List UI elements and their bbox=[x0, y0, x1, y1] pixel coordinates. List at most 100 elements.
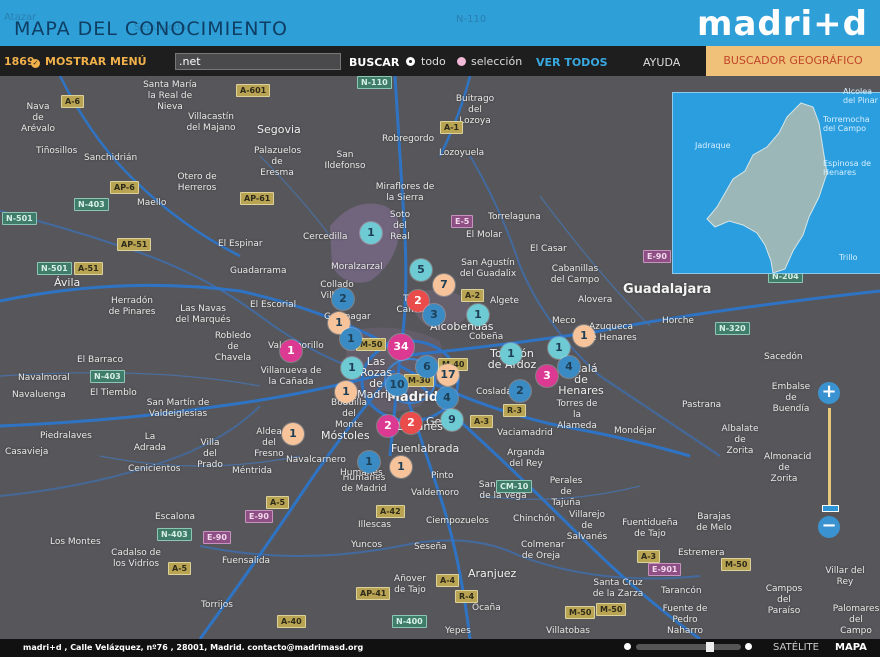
zoom-in-button[interactable]: + bbox=[818, 382, 840, 404]
place-label: La Adrada bbox=[133, 432, 167, 453]
map-marker[interactable]: 1 bbox=[335, 381, 357, 403]
page-title: MAPA DEL CONOCIMIENTO bbox=[14, 18, 288, 40]
map-marker[interactable]: 3 bbox=[423, 304, 445, 326]
view-all-link[interactable]: VER TODOS bbox=[536, 56, 608, 69]
search-input[interactable] bbox=[175, 53, 341, 70]
map-button[interactable]: MAPA bbox=[835, 642, 867, 653]
map-marker[interactable]: 2 bbox=[377, 415, 399, 437]
map-marker[interactable]: 1 bbox=[280, 340, 302, 362]
place-label: Embalse de Buendía bbox=[771, 382, 811, 414]
map-marker[interactable]: 10 bbox=[386, 374, 408, 396]
road-shield: AP-6 bbox=[110, 181, 139, 194]
road-shield: A-40 bbox=[277, 615, 306, 628]
place-label: Ávila bbox=[54, 276, 81, 289]
satellite-button[interactable]: SATÉLITE bbox=[773, 642, 819, 653]
place-label: Pinto bbox=[431, 471, 454, 481]
place-label: Maello bbox=[137, 198, 167, 208]
road-shield: AP-51 bbox=[117, 238, 152, 251]
overview-map[interactable]: Jadraque Alcolea del Pinar Torremocha de… bbox=[672, 87, 880, 274]
map-marker[interactable]: 3 bbox=[536, 365, 558, 387]
place-label: Cenicientos bbox=[128, 464, 181, 474]
place-label: Escalona bbox=[155, 512, 196, 522]
map-marker[interactable]: 17 bbox=[437, 364, 459, 386]
place-label: San Agustín del Guadalix bbox=[459, 258, 517, 279]
map-marker[interactable]: 1 bbox=[360, 222, 382, 244]
map-marker[interactable]: 1 bbox=[340, 328, 362, 350]
show-menu-button[interactable]: ✓ MOSTRAR MENÚ bbox=[31, 55, 147, 68]
place-label: Palomares del Campo bbox=[832, 604, 880, 636]
place-label: Barajas de Melo bbox=[696, 512, 732, 533]
road-shield: AP-41 bbox=[356, 587, 391, 600]
map-marker[interactable]: 5 bbox=[410, 259, 432, 281]
place-label: Fuente de Pedro Naharro bbox=[662, 604, 708, 636]
radio-all[interactable] bbox=[406, 57, 415, 66]
search-button[interactable]: BUSCAR bbox=[349, 56, 399, 69]
place-label: Ocaña bbox=[472, 603, 501, 613]
place-label: Casavieja bbox=[5, 447, 49, 457]
road-shield: R-4 bbox=[455, 590, 479, 603]
place-label: Villanueva de la Cañada bbox=[260, 366, 322, 387]
map-marker[interactable]: 2 bbox=[400, 412, 422, 434]
map-marker[interactable]: 1 bbox=[341, 357, 363, 379]
overview-label: Torremocha del Campo bbox=[823, 115, 870, 133]
zoom-track[interactable] bbox=[828, 408, 831, 512]
road-shield: N-403 bbox=[157, 528, 192, 541]
zoom-slider-thumb[interactable] bbox=[822, 505, 839, 512]
map-marker[interactable]: 9 bbox=[441, 409, 463, 431]
geo-search-button[interactable]: BUSCADOR GEOGRÁFICO bbox=[706, 46, 880, 76]
place-label: Navalmoral bbox=[18, 373, 70, 383]
map-marker[interactable]: 2 bbox=[332, 288, 354, 310]
map-marker[interactable]: 34 bbox=[388, 334, 414, 360]
map-marker[interactable]: 4 bbox=[436, 387, 458, 409]
place-label: Torrijos bbox=[201, 600, 233, 610]
map-marker[interactable]: 2 bbox=[509, 380, 531, 402]
road-shield: A-2 bbox=[461, 289, 485, 302]
help-link[interactable]: AYUDA bbox=[643, 56, 680, 69]
madrimasd-logo[interactable]: madri+d bbox=[697, 4, 868, 44]
header-banner: Atazar Sepúlveda N-110 MAPA DEL CONOCIMI… bbox=[0, 0, 880, 46]
road-shield: N-110 bbox=[357, 76, 392, 89]
road-shield: E-90 bbox=[643, 250, 671, 263]
place-label: Arganda del Rey bbox=[507, 448, 545, 469]
road-shield: E-90 bbox=[245, 510, 273, 523]
map-marker[interactable]: 4 bbox=[558, 356, 580, 378]
place-label: Móstoles bbox=[321, 429, 370, 442]
place-label: El Casar bbox=[530, 244, 567, 254]
map-marker[interactable]: 6 bbox=[416, 356, 438, 378]
toolbar: 1869 ✓MOSTRAR MENÚ BUSCAR todo selección… bbox=[0, 46, 880, 76]
map-marker[interactable]: 1 bbox=[390, 456, 412, 478]
map-marker[interactable]: 1 bbox=[467, 304, 489, 326]
road-shield: R-3 bbox=[503, 404, 527, 417]
map-marker[interactable]: 1 bbox=[358, 451, 380, 473]
road-shield: M-50 bbox=[565, 606, 596, 619]
place-label: Coslada bbox=[476, 387, 512, 397]
place-label: Fuenlabrada bbox=[391, 442, 460, 455]
place-label: Perales de Tajuña bbox=[549, 476, 583, 508]
road-shield: N-320 bbox=[715, 322, 750, 335]
map-marker[interactable]: 1 bbox=[573, 325, 595, 347]
map-marker[interactable]: 1 bbox=[282, 423, 304, 445]
map-marker[interactable]: 1 bbox=[500, 343, 522, 365]
place-label: Estremera bbox=[678, 548, 725, 558]
overview-label: Jadraque bbox=[695, 141, 731, 150]
place-label: Villacastín del Majano bbox=[186, 112, 236, 133]
place-label: Ciempozuelos bbox=[426, 516, 489, 526]
place-label: Otero de Herreros bbox=[177, 172, 217, 193]
opacity-slider[interactable] bbox=[636, 644, 741, 650]
check-icon: ✓ bbox=[31, 59, 40, 68]
road-shield: A-3 bbox=[637, 550, 661, 563]
zoom-out-button[interactable]: − bbox=[818, 516, 840, 538]
road-shield: A-51 bbox=[74, 262, 103, 275]
place-label: Santa Cruz de la Zarza bbox=[592, 578, 644, 599]
zoom-control: + − bbox=[818, 382, 840, 540]
place-label: Tarancón bbox=[661, 586, 702, 596]
place-label: Valdemoro bbox=[411, 488, 460, 498]
place-label: Miraflores de la Sierra bbox=[375, 182, 435, 203]
road-shield: M-50 bbox=[596, 603, 627, 616]
road-shield: N-403 bbox=[74, 198, 109, 211]
place-label: Vaciamadrid bbox=[497, 428, 553, 438]
overview-label: Espinosa de Henares bbox=[823, 159, 872, 177]
opacity-slider-thumb[interactable] bbox=[706, 642, 714, 652]
map-marker[interactable]: 7 bbox=[433, 274, 455, 296]
radio-selection[interactable] bbox=[457, 57, 466, 66]
